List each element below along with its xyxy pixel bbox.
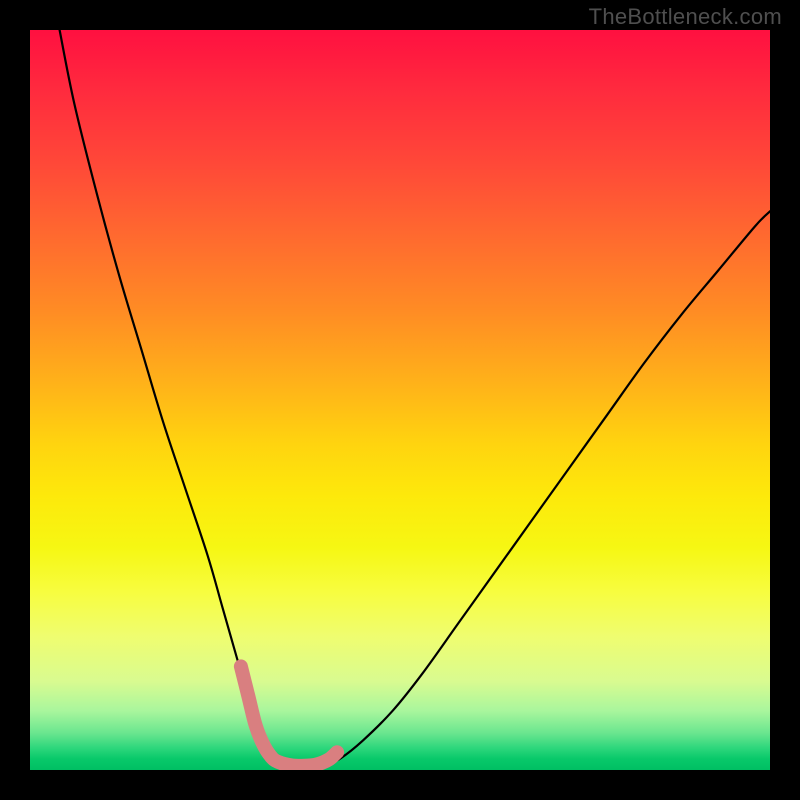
plot-area xyxy=(30,30,770,770)
pink-overlay-curve xyxy=(241,666,337,765)
main-curve xyxy=(60,30,770,767)
chart-frame: TheBottleneck.com xyxy=(0,0,800,800)
watermark-text: TheBottleneck.com xyxy=(589,4,782,30)
chart-svg xyxy=(30,30,770,770)
